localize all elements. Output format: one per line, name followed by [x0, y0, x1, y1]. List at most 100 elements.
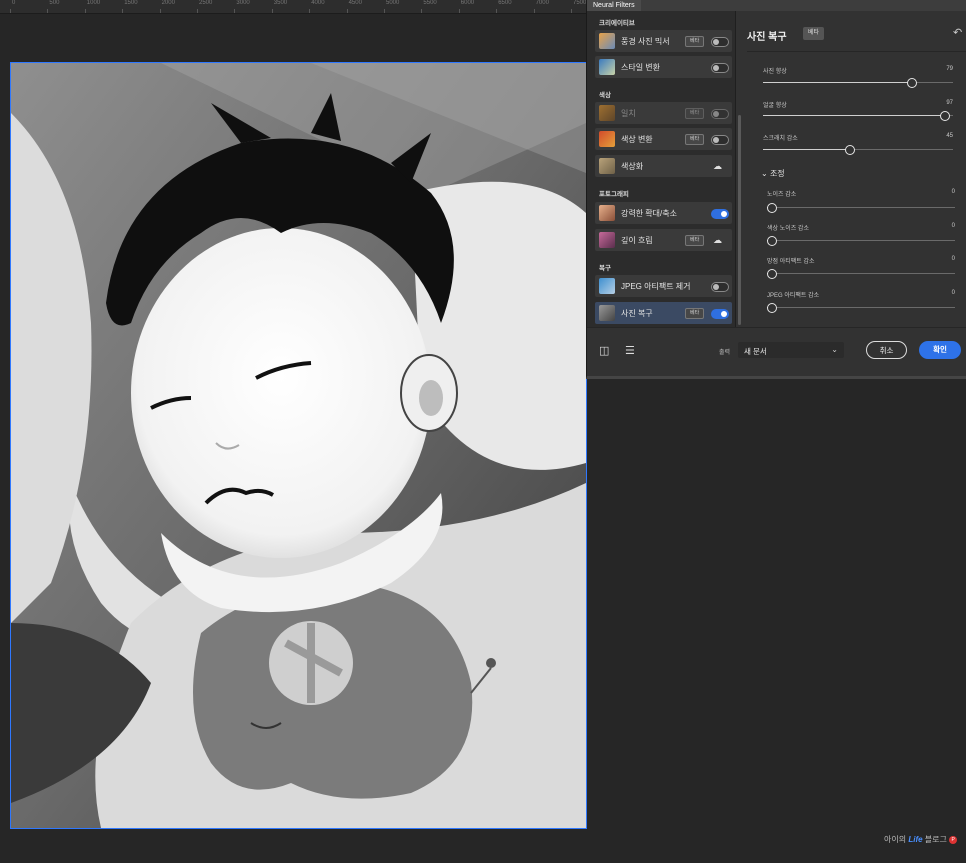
- slider-knob[interactable]: [845, 145, 855, 155]
- slider-fill: [763, 149, 849, 150]
- category-restoration: 복구: [599, 265, 611, 272]
- ruler-tick-label: 7500: [573, 0, 587, 6]
- slider-knob[interactable]: [907, 78, 917, 88]
- filter-item-depth-blur[interactable]: 깊이 흐림 베타 ☁: [595, 229, 732, 251]
- canvas-image[interactable]: [10, 62, 587, 829]
- ruler-tick-mark: [346, 9, 348, 13]
- filter-item-colorize[interactable]: 색상화 ☁: [595, 155, 732, 177]
- filter-item-super-zoom[interactable]: 강력한 확대/축소: [595, 202, 732, 224]
- ruler-tick-mark: [309, 9, 311, 13]
- filter-item-photo-restoration[interactable]: 사진 복구 베타: [595, 302, 732, 324]
- ruler-tick-label: 2500: [199, 0, 213, 6]
- slider-track[interactable]: [763, 111, 953, 121]
- filter-label: 색상화: [621, 162, 644, 171]
- slider-track[interactable]: [767, 269, 955, 279]
- slider-label: 얼굴 향상: [763, 103, 787, 109]
- ruler-tick-mark: [496, 9, 498, 13]
- ruler-tick-label: 1500: [124, 0, 138, 6]
- filter-toggle[interactable]: [711, 282, 729, 292]
- beta-badge: 베타: [685, 134, 705, 145]
- slider-value: 79: [946, 66, 953, 72]
- ruler-tick-label: 4000: [311, 0, 325, 6]
- slider-track[interactable]: [767, 303, 955, 313]
- slider-knob[interactable]: [767, 203, 777, 213]
- filter-toggle[interactable]: [711, 63, 729, 73]
- slider-value: 97: [946, 100, 953, 106]
- cancel-button[interactable]: 취소: [866, 341, 907, 359]
- ruler-tick-mark: [384, 9, 385, 13]
- output-select[interactable]: 새 문서 ⌄: [738, 342, 844, 358]
- ruler-tick-label: 7000: [535, 0, 549, 6]
- panel-footer: ◫ ☰ 출력 새 문서 ⌄ 취소 확인: [587, 327, 966, 374]
- slider-track[interactable]: [767, 203, 955, 213]
- toggle-knob-icon: [713, 111, 719, 117]
- slider-fill: [763, 82, 911, 83]
- slider-knob[interactable]: [767, 236, 777, 246]
- filter-item-harmonization[interactable]: 일치 베타: [595, 102, 732, 124]
- filter-toggle[interactable]: [711, 209, 729, 219]
- filter-thumbnail-icon: [599, 105, 615, 121]
- filter-label: 스타일 변환: [621, 63, 661, 72]
- ruler-tick-mark: [533, 9, 535, 13]
- ruler-tick-mark: [10, 9, 11, 13]
- cloud-download-icon[interactable]: ☁: [713, 161, 722, 172]
- undo-icon[interactable]: ↶: [953, 26, 962, 39]
- beta-badge: 베타: [685, 108, 705, 119]
- filter-item-landscape-mixer[interactable]: 풍경 사진 믹서 베타: [595, 30, 732, 52]
- slider-value: 45: [946, 133, 953, 139]
- filter-label: 풍경 사진 믹서: [621, 37, 670, 46]
- slider-track[interactable]: [767, 236, 955, 246]
- adjust-section-label: 조정: [769, 169, 785, 178]
- layers-icon[interactable]: ☰: [625, 344, 635, 357]
- slider-knob[interactable]: [767, 269, 777, 279]
- filter-toggle[interactable]: [711, 309, 729, 319]
- slider-value: 0: [951, 189, 955, 195]
- chevron-down-icon: ⌄: [761, 169, 768, 178]
- compare-split-icon[interactable]: ◫: [599, 344, 609, 357]
- ruler-tick-mark: [47, 9, 49, 13]
- ruler-tick-label: 500: [49, 0, 60, 6]
- filter-list[interactable]: 크리에이티브 풍경 사진 믹서 베타 스타일 변환 색상 일치 베타 색상 변환…: [587, 11, 736, 327]
- filter-item-style-transfer[interactable]: 스타일 변환: [595, 56, 732, 78]
- output-select-value: 새 문서: [744, 347, 767, 356]
- filter-thumbnail-icon: [599, 205, 615, 221]
- adjust-section-header[interactable]: ⌄ 조정: [761, 168, 785, 179]
- ruler-tick-label: 1000: [86, 0, 101, 6]
- cloud-download-icon[interactable]: ☁: [713, 235, 722, 246]
- toggle-knob-icon: [713, 284, 719, 290]
- slider-track[interactable]: [763, 78, 953, 88]
- filter-detail-pane: 사진 복구 베타 ↶ 사진 향상 79 얼굴 향상 97 스크래치 감소 45 …: [747, 11, 966, 327]
- filter-toggle[interactable]: [711, 109, 729, 119]
- filter-thumbnail-icon: [599, 232, 615, 248]
- filter-label: 사진 복구: [621, 309, 653, 318]
- divider: [747, 51, 966, 52]
- horizontal-ruler: 0 500 1000 1500 2000 2500 3000 3500 4000 4500 5000…: [0, 0, 590, 14]
- filter-item-jpeg-artifact-removal[interactable]: JPEG 아티팩트 제거: [595, 275, 732, 297]
- filter-thumbnail-icon: [599, 278, 615, 294]
- slider-knob[interactable]: [940, 111, 950, 121]
- slider-track[interactable]: [763, 145, 953, 155]
- ok-button[interactable]: 확인: [919, 341, 961, 359]
- panel-titlebar: Neural Filters: [587, 0, 966, 11]
- ruler-tick-label: 3500: [273, 0, 288, 6]
- beta-badge: 베타: [685, 36, 705, 47]
- ruler-tick-mark: [421, 9, 423, 13]
- ruler-tick-mark: [458, 9, 460, 13]
- photo-sleeping-baby: [11, 63, 586, 828]
- slider-fill: [763, 115, 944, 116]
- watermark-logo-icon: P: [949, 835, 958, 844]
- toggle-knob-icon: [713, 137, 719, 143]
- slider-knob[interactable]: [767, 303, 777, 313]
- filter-item-color-transfer[interactable]: 색상 변환 베타: [595, 128, 732, 150]
- filter-toggle[interactable]: [711, 37, 729, 47]
- ruler-tick-mark: [122, 9, 124, 13]
- ruler-tick-label: 3000: [236, 0, 250, 6]
- filter-list-scrollbar[interactable]: [738, 115, 741, 325]
- slider-value: 0: [951, 256, 955, 262]
- panel-title-tab[interactable]: Neural Filters: [587, 0, 641, 11]
- beta-badge: 베타: [685, 235, 705, 246]
- slider-label: 색상 노이즈 감소: [767, 226, 809, 232]
- filter-toggle[interactable]: [711, 135, 729, 145]
- ruler-tick-label: 2000: [161, 0, 175, 6]
- category-creative: 크리에이티브: [599, 20, 635, 27]
